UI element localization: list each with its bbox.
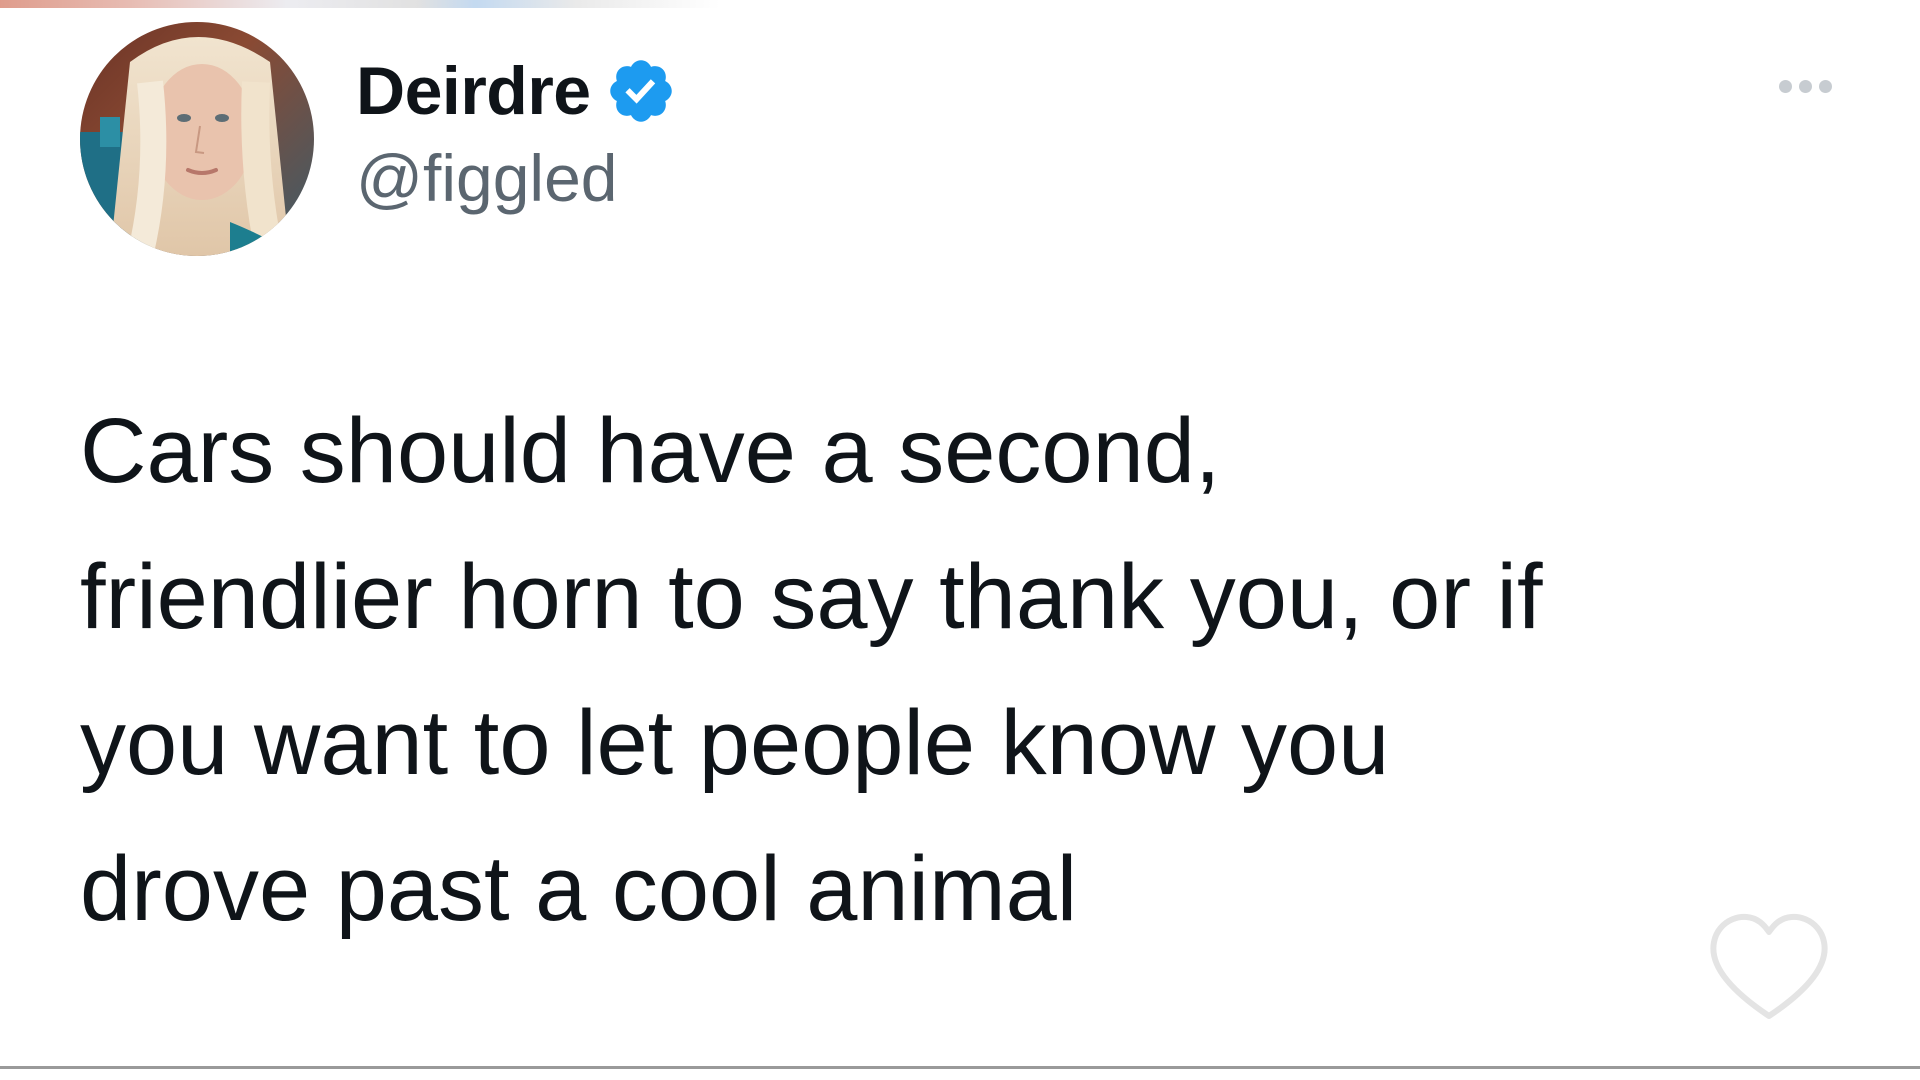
more-dot (1779, 80, 1792, 93)
tweet-text: Cars should have a second, friendlier ho… (80, 400, 1543, 940)
tweet-screenshot: Deirdre @figgled Cars should have a seco… (0, 0, 1920, 1080)
more-options-icon[interactable] (1779, 80, 1832, 93)
tweet-header: Deirdre @figgled (80, 22, 677, 256)
heart-icon[interactable] (1704, 904, 1834, 1028)
avatar-image (80, 22, 314, 256)
avatar[interactable] (80, 22, 314, 256)
verified-badge-icon (605, 55, 677, 127)
display-name[interactable]: Deirdre (356, 52, 591, 130)
user-handle[interactable]: @figgled (356, 140, 677, 216)
bottom-divider (0, 1066, 1920, 1069)
more-dot (1819, 80, 1832, 93)
more-dot (1799, 80, 1812, 93)
top-image-strip (0, 0, 720, 8)
user-info: Deirdre @figgled (356, 50, 677, 216)
name-row: Deirdre (356, 50, 677, 132)
